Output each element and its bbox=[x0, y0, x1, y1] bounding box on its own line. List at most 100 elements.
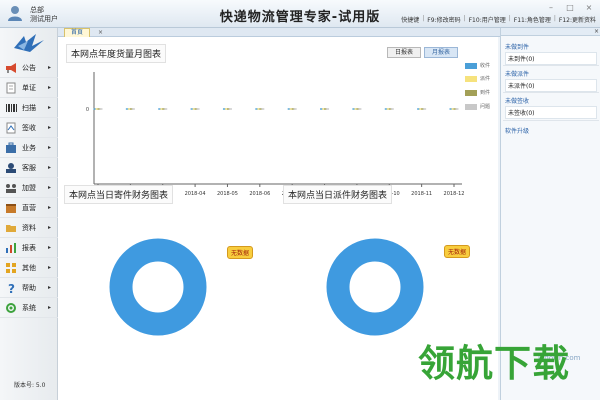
tab-close-icon[interactable]: × bbox=[98, 28, 103, 37]
pending-arrival-block[interactable]: 未做到件 未到件(0) bbox=[505, 42, 597, 65]
minimize-button[interactable]: – bbox=[546, 3, 556, 12]
sidebar-item-customer-service[interactable]: 客服 ▸ bbox=[0, 158, 58, 178]
shortcut-update-data[interactable]: F12:更新资料 bbox=[559, 15, 596, 24]
separator: | bbox=[463, 15, 466, 22]
mail-finance-chart-title: 本网点当日寄件财务图表 bbox=[64, 185, 174, 204]
chevron-right-icon: ▸ bbox=[48, 104, 52, 111]
user-avatar-icon bbox=[8, 6, 22, 21]
divider bbox=[503, 92, 599, 93]
sidebar-item-business[interactable]: 业务 ▸ bbox=[0, 138, 58, 158]
sign-icon bbox=[0, 118, 22, 138]
legend-label: 派件 bbox=[480, 76, 491, 82]
pending-sign-count[interactable]: 未签收(0) bbox=[505, 106, 597, 119]
sidebar-item-label: 系统 bbox=[22, 303, 36, 312]
sidebar-item-other[interactable]: 其他 ▸ bbox=[0, 258, 58, 278]
chevron-right-icon: ▸ bbox=[48, 244, 52, 251]
sidebar-item-document[interactable]: 单证 ▸ bbox=[0, 78, 58, 98]
barcode-scanner-icon bbox=[0, 98, 22, 118]
monthly-chart-title: 本网点年度货量月图表 bbox=[66, 44, 167, 63]
pending-delivery-count[interactable]: 未派件(0) bbox=[505, 79, 597, 92]
document-icon bbox=[0, 78, 22, 98]
legend-item[interactable]: 收件 bbox=[465, 62, 497, 71]
sidebar-item-label: 加盟 bbox=[22, 183, 36, 192]
svg-text:?: ? bbox=[8, 282, 15, 294]
legend-swatch bbox=[465, 76, 477, 82]
shortcut-role-management[interactable]: F11:角色管理 bbox=[514, 15, 551, 24]
customer-service-icon bbox=[0, 158, 22, 178]
report-icon bbox=[0, 238, 22, 258]
divider bbox=[503, 120, 599, 121]
folder-icon bbox=[0, 218, 22, 238]
x-tick-label: 2018-04 bbox=[185, 191, 206, 197]
tab-home[interactable]: 首頁 bbox=[64, 28, 91, 37]
pending-arrival-count[interactable]: 未到件(0) bbox=[505, 52, 597, 65]
sidebar-item-system[interactable]: 系统 ▸ bbox=[0, 298, 58, 318]
pending-delivery-block[interactable]: 未做派件 未派件(0) bbox=[505, 69, 597, 92]
shortcut-user-management[interactable]: F10:用户管理 bbox=[469, 15, 506, 24]
legend-label: 收件 bbox=[480, 63, 491, 69]
sidebar-item-label: 扫描 bbox=[22, 103, 36, 112]
separator: | bbox=[553, 15, 556, 22]
sidebar-item-label: 业务 bbox=[22, 143, 36, 152]
chevron-right-icon: ▸ bbox=[48, 124, 52, 131]
franchise-icon bbox=[0, 178, 22, 198]
sidebar-item-label: 帮助 bbox=[22, 283, 36, 292]
software-upgrade-link[interactable]: 软件升级 bbox=[505, 126, 529, 135]
sidebar-item-sign[interactable]: 签收 ▸ bbox=[0, 118, 58, 138]
chevron-right-icon: ▸ bbox=[48, 304, 52, 311]
delivery-finance-donut bbox=[326, 238, 424, 336]
delivery-finance-chart-title: 本网点当日派件财务图表 bbox=[283, 185, 393, 204]
close-icon[interactable]: × bbox=[594, 28, 599, 36]
pending-delivery-heading[interactable]: 未做派件 bbox=[505, 69, 597, 78]
donut-ring bbox=[109, 238, 207, 336]
legend-swatch bbox=[465, 63, 477, 69]
settings-icon bbox=[0, 298, 22, 318]
logo-icon bbox=[14, 34, 44, 52]
sidebar-item-label: 直营 bbox=[22, 203, 36, 212]
pending-sign-heading[interactable]: 未做签收 bbox=[505, 96, 597, 105]
x-tick-label: 2018-12 bbox=[444, 191, 465, 197]
sidebar-item-direct-store[interactable]: 直营 ▸ bbox=[0, 198, 58, 218]
tab-strip: 首頁 × bbox=[58, 28, 500, 37]
chevron-right-icon: ▸ bbox=[48, 184, 52, 191]
sidebar-item-notice[interactable]: 公告 ▸ bbox=[0, 58, 58, 78]
chevron-right-icon: ▸ bbox=[48, 144, 52, 151]
maximize-button[interactable]: □ bbox=[565, 3, 575, 12]
pending-sign-block[interactable]: 未做签收 未签收(0) bbox=[505, 96, 597, 119]
close-window-button[interactable]: × bbox=[584, 3, 594, 12]
sidebar-item-label: 客服 bbox=[22, 163, 36, 172]
divider bbox=[503, 65, 599, 66]
chevron-right-icon: ▸ bbox=[48, 224, 52, 231]
chevron-right-icon: ▸ bbox=[48, 164, 52, 171]
help-icon: ? bbox=[0, 278, 22, 298]
legend-swatch bbox=[465, 104, 477, 110]
shortcut-label: 快捷键 bbox=[401, 17, 420, 24]
shortcut-change-password[interactable]: F9:修改密码 bbox=[427, 15, 460, 24]
sidebar-item-help[interactable]: ? 帮助 ▸ bbox=[0, 278, 58, 298]
no-data-badge: 无数据 bbox=[227, 246, 254, 259]
chevron-right-icon: ▸ bbox=[48, 64, 52, 71]
sidebar-item-data[interactable]: 资料 ▸ bbox=[0, 218, 58, 238]
separator: | bbox=[508, 15, 511, 22]
sidebar-item-report[interactable]: 报表 ▸ bbox=[0, 238, 58, 258]
mail-finance-donut bbox=[109, 238, 207, 336]
no-data-badge: 无数据 bbox=[444, 245, 471, 258]
x-tick-label: 2018-11 bbox=[411, 191, 432, 197]
megaphone-icon bbox=[0, 58, 22, 78]
daily-report-button[interactable]: 日报表 bbox=[387, 47, 421, 58]
user-role: 测试用户 bbox=[30, 15, 58, 23]
window-controls: – □ × bbox=[546, 3, 594, 13]
legend-item[interactable]: 问题 bbox=[465, 103, 497, 112]
monthly-report-button[interactable]: 月报表 bbox=[424, 47, 458, 58]
pending-arrival-heading[interactable]: 未做到件 bbox=[505, 42, 597, 51]
right-panel-header: × bbox=[501, 28, 600, 36]
briefcase-icon bbox=[0, 138, 22, 158]
legend-item[interactable]: 派件 bbox=[465, 75, 497, 84]
separator: | bbox=[422, 15, 425, 22]
sidebar-item-label: 公告 bbox=[22, 63, 36, 72]
user-info[interactable]: 总部 测试用户 bbox=[6, 3, 66, 25]
sidebar-item-scan[interactable]: 扫描 ▸ bbox=[0, 98, 58, 118]
legend-item[interactable]: 到件 bbox=[465, 89, 497, 98]
donut-ring bbox=[326, 238, 424, 336]
sidebar-item-franchise[interactable]: 加盟 ▸ bbox=[0, 178, 58, 198]
